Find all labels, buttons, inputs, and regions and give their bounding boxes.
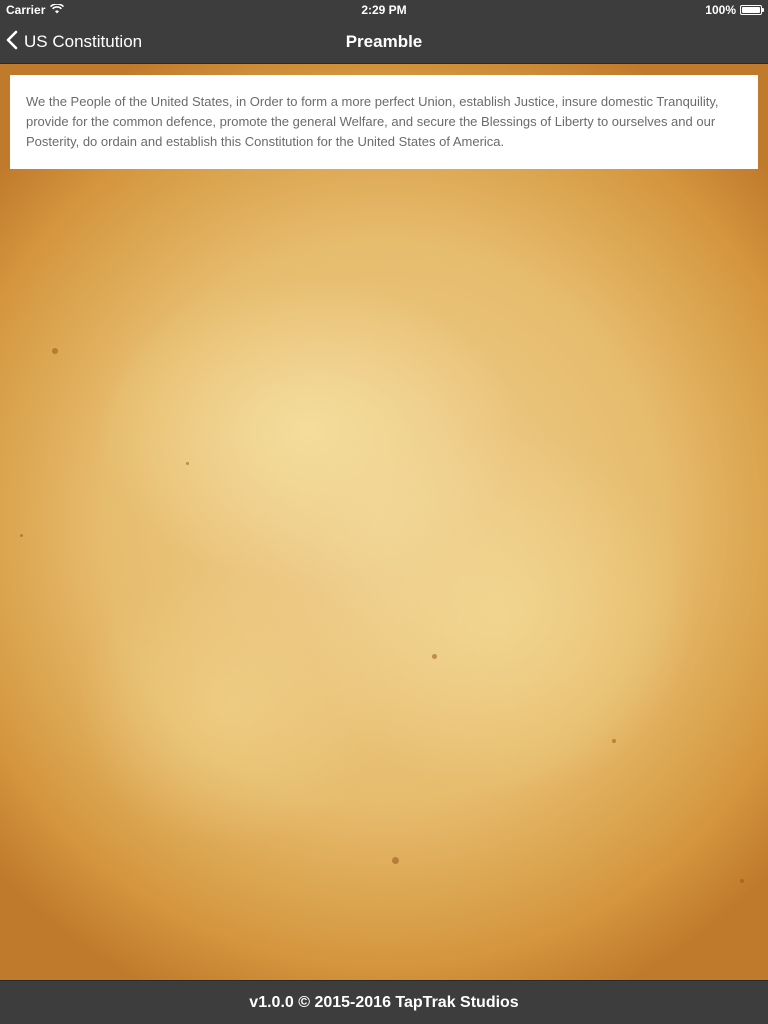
status-bar: Carrier 2:29 PM 100% bbox=[0, 0, 768, 20]
navigation-bar: US Constitution Preamble bbox=[0, 20, 768, 64]
battery-fill bbox=[742, 7, 760, 13]
stain-spot bbox=[52, 348, 58, 354]
battery-icon bbox=[740, 5, 764, 15]
status-time: 2:29 PM bbox=[361, 3, 407, 17]
parchment-background: We the People of the United States, in O… bbox=[0, 64, 768, 980]
preamble-card: We the People of the United States, in O… bbox=[10, 75, 758, 169]
stain-spot bbox=[392, 857, 399, 864]
footer-version: v1.0.0 © 2015-2016 TapTrak Studios bbox=[0, 980, 768, 1024]
stain-spot bbox=[186, 462, 189, 465]
preamble-text: We the People of the United States, in O… bbox=[26, 94, 719, 149]
status-right: 100% bbox=[705, 3, 764, 17]
battery-percent: 100% bbox=[705, 3, 736, 17]
stain-spot bbox=[612, 739, 616, 743]
stain-spot bbox=[20, 534, 23, 537]
page-title: Preamble bbox=[345, 32, 423, 51]
stain-spot bbox=[432, 654, 437, 659]
stain-spot bbox=[740, 879, 744, 883]
